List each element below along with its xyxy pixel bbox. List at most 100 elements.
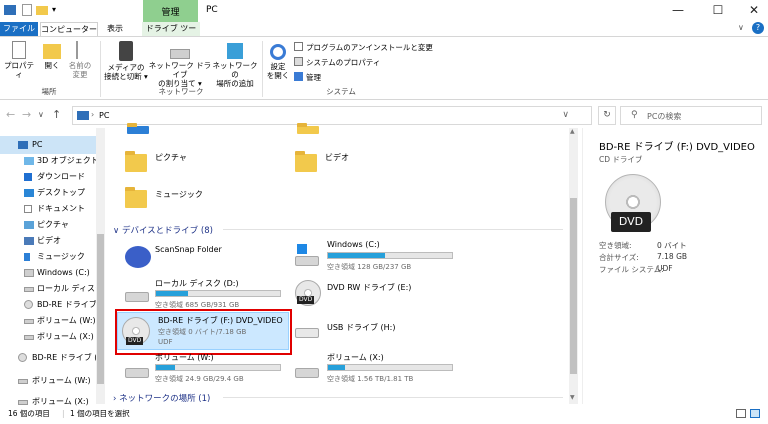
nav-item-volume-x[interactable]: ボリューム (X:) bbox=[0, 328, 96, 346]
recent-dropdown-icon[interactable]: ∨ bbox=[38, 110, 44, 119]
scroll-up-icon[interactable]: ▲ bbox=[570, 128, 575, 135]
tab-view[interactable]: 表示 bbox=[100, 22, 130, 36]
ribbon-collapse-icon[interactable]: ∨ bbox=[738, 23, 744, 32]
folder-partial-icon bbox=[297, 123, 319, 134]
map-drive-button[interactable]: ネットワーク ドライブ の割り当て ▾ bbox=[148, 41, 212, 88]
manage-tab-label[interactable]: 管理 bbox=[143, 5, 198, 18]
folder-label: ミュージック bbox=[155, 190, 203, 199]
search-placeholder: PCの検索 bbox=[647, 112, 682, 121]
windows-logo-icon bbox=[297, 244, 307, 254]
nav-scrollbar[interactable] bbox=[96, 128, 105, 404]
drive-name: DVD RW ドライブ (E:) bbox=[327, 283, 412, 292]
open-settings-button[interactable]: 設定 を開く bbox=[266, 41, 290, 80]
drive-volume-x[interactable]: ボリューム (X:) 空き領域 1.56 TB/1.81 TB bbox=[293, 352, 463, 384]
checklist-icon bbox=[294, 57, 303, 66]
drive-icon bbox=[295, 368, 319, 378]
drive-usage-bar bbox=[327, 364, 453, 371]
tab-file[interactable]: ファイル bbox=[0, 22, 38, 36]
rename-label-1: 名前の bbox=[68, 61, 92, 70]
new-folder-quick-icon[interactable] bbox=[36, 6, 48, 15]
pictures-icon bbox=[24, 221, 34, 229]
nav-item-label: BD-RE ドライブ (F:) bbox=[32, 353, 96, 362]
nav-item-bdre-f-root[interactable]: BD-RE ドライブ (F:) bbox=[0, 349, 96, 367]
nav-item-volume-w-root[interactable]: ボリューム (W:) bbox=[0, 372, 96, 390]
system-properties-button[interactable]: システムのプロパティ bbox=[294, 57, 380, 68]
nav-scrollbar-thumb[interactable] bbox=[97, 234, 104, 384]
close-button[interactable]: ✕ bbox=[736, 0, 768, 22]
drive-name: Windows (C:) bbox=[327, 240, 380, 249]
media-label-2: 接続と切断 ▾ bbox=[104, 72, 148, 81]
properties-button[interactable]: プロパティ bbox=[4, 41, 34, 79]
folder-partial-icon bbox=[127, 123, 149, 134]
rename-button[interactable]: 名前の 変更 bbox=[68, 41, 92, 79]
drive-name: ローカル ディスク (D:) bbox=[155, 279, 239, 288]
title-bar: ▾ 管理 PC — ☐ ✕ bbox=[0, 0, 768, 22]
minimize-button[interactable]: — bbox=[660, 0, 696, 22]
address-dropdown-icon[interactable]: ∨ bbox=[562, 110, 569, 120]
scansnap-icon bbox=[125, 246, 151, 268]
properties-icon bbox=[12, 41, 26, 59]
drive-local-d[interactable]: ローカル ディスク (D:) 空き領域 685 GB/931 GB bbox=[123, 276, 293, 309]
drive-usage-text: 空き領域 128 GB/237 GB bbox=[327, 263, 412, 271]
open-folder-icon bbox=[43, 44, 61, 59]
drive-usage-bar bbox=[327, 252, 453, 259]
forward-arrow-icon[interactable]: → bbox=[22, 108, 31, 121]
content-scrollbar-thumb[interactable] bbox=[570, 198, 577, 374]
drive-dvdrw-e[interactable]: DVD DVD RW ドライブ (E:) bbox=[293, 276, 463, 308]
media-button[interactable]: メディアの 接続と切断 ▾ bbox=[104, 41, 148, 81]
programs-icon bbox=[294, 42, 303, 51]
folder-music[interactable]: ミュージック bbox=[123, 186, 273, 212]
drive-usage-fill bbox=[328, 253, 386, 258]
network-section-header[interactable]: › ネットワークの場所 (1) bbox=[113, 392, 563, 404]
rename-label-2: 変更 bbox=[72, 70, 88, 79]
drive-usb-h[interactable]: USB ドライブ (H:) bbox=[293, 314, 463, 344]
add-network-location-button[interactable]: ネットワークの 場所の追加 bbox=[212, 41, 258, 88]
drive-icon bbox=[18, 379, 28, 384]
drive-usage-bar bbox=[155, 364, 281, 371]
ribbon-divider bbox=[100, 41, 101, 97]
folder-pictures[interactable]: ピクチャ bbox=[123, 150, 273, 176]
tab-computer[interactable]: コンピューター bbox=[40, 22, 98, 37]
drive-windows-c[interactable]: Windows (C:) 空き領域 128 GB/237 GB bbox=[293, 240, 463, 272]
folder-label: ピクチャ bbox=[155, 153, 187, 162]
drive-icon bbox=[24, 319, 34, 324]
window-title: PC bbox=[206, 5, 218, 15]
rename-icon bbox=[76, 41, 84, 59]
network-group-label: ネットワーク bbox=[158, 87, 204, 96]
uninstall-programs-button[interactable]: プログラムのアンインストールと変更 bbox=[294, 42, 433, 53]
open-label: 開く bbox=[44, 61, 60, 70]
help-icon[interactable]: ? bbox=[752, 22, 764, 34]
up-arrow-icon[interactable]: ↑ bbox=[52, 108, 61, 121]
properties-quick-icon[interactable] bbox=[22, 4, 32, 16]
settings-label-2: を開く bbox=[266, 71, 290, 80]
content-scrollbar[interactable]: ▲ ▼ bbox=[569, 128, 578, 404]
desktop-icon bbox=[24, 189, 34, 197]
details-row-label: 空き領域: bbox=[599, 241, 632, 250]
scroll-down-icon[interactable]: ▼ bbox=[570, 394, 575, 401]
devices-section-header[interactable]: ∨ デバイスとドライブ (8) bbox=[113, 224, 563, 236]
manage-button[interactable]: 管理 bbox=[294, 72, 321, 83]
network-drive-icon bbox=[170, 49, 190, 59]
content-pane: ピクチャ ビデオ ミュージック ∨ デバイスとドライブ (8) ScanSnap… bbox=[107, 123, 578, 404]
folder-videos[interactable]: ビデオ bbox=[293, 150, 443, 176]
drive-name: ScanSnap Folder bbox=[155, 245, 222, 254]
computer-icon bbox=[4, 5, 16, 15]
uninstall-label: プログラムのアンインストールと変更 bbox=[306, 43, 433, 52]
quick-access-dropdown-icon[interactable]: ▾ bbox=[52, 5, 56, 14]
back-arrow-icon[interactable]: ← bbox=[6, 108, 15, 121]
large-icons-view-icon[interactable] bbox=[750, 409, 760, 418]
tab-drive-tools[interactable]: ドライブ ツール bbox=[142, 22, 200, 46]
drive-scansnap[interactable]: ScanSnap Folder bbox=[123, 242, 283, 272]
open-button[interactable]: 開く bbox=[40, 41, 64, 70]
search-box[interactable]: ⚲ PCの検索 bbox=[620, 106, 762, 125]
videos-folder-icon bbox=[295, 151, 317, 172]
breadcrumb-separator-icon: › bbox=[91, 110, 95, 119]
refresh-button[interactable]: ↻ bbox=[598, 106, 616, 125]
address-bar[interactable]: › PC ∨ bbox=[72, 106, 592, 125]
maximize-button[interactable]: ☐ bbox=[700, 0, 736, 22]
details-view-icon[interactable] bbox=[736, 409, 746, 418]
navigation-bar: ← → ∨ ↑ › PC ∨ ↻ ⚲ PCの検索 bbox=[0, 104, 768, 126]
drive-volume-w[interactable]: ボリューム (W:) 空き領域 24.9 GB/29.4 GB bbox=[123, 352, 293, 384]
details-row: ファイル システム: UDF bbox=[599, 264, 673, 275]
search-icon: ⚲ bbox=[631, 110, 638, 120]
